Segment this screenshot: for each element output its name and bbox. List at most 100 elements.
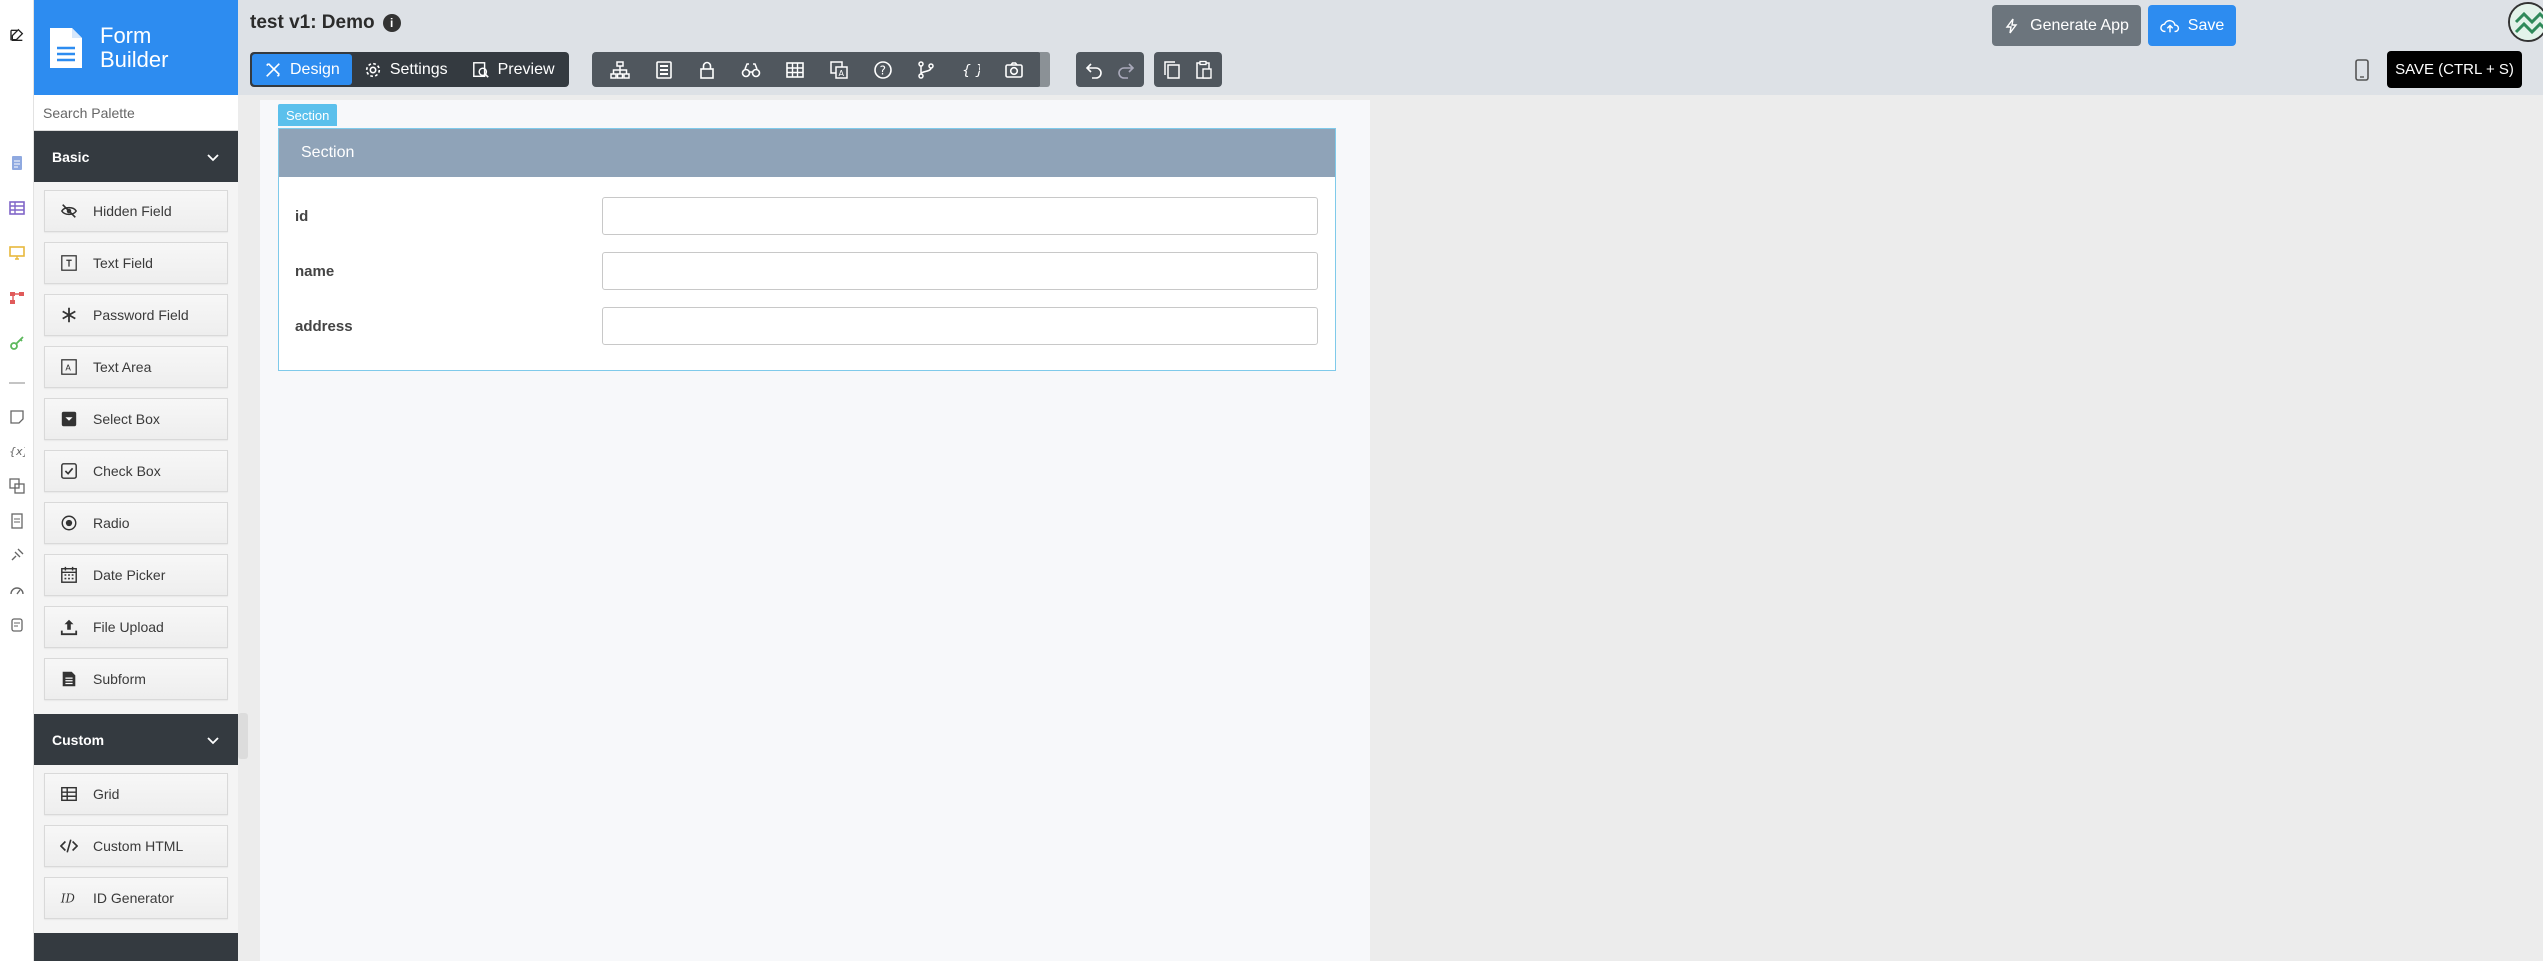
component-palette: Basic Hidden Field Text Field Password F…	[34, 95, 238, 961]
form-row-name: name	[279, 251, 1335, 291]
left-icon-rail: {x}	[0, 0, 34, 961]
section-tag[interactable]: Section	[278, 104, 338, 126]
field-label: id	[295, 207, 309, 225]
palette-item-select-box[interactable]: Select Box	[44, 398, 228, 440]
palette-item-subform[interactable]: Subform	[44, 658, 228, 700]
section-title: Section	[279, 129, 1335, 177]
braces-icon[interactable]: { }	[948, 52, 992, 87]
save-tooltip: SAVE (CTRL + S)	[2387, 51, 2522, 88]
id-icon: ID	[59, 888, 79, 908]
info-icon[interactable]: i	[382, 14, 401, 32]
toolbar-expand-handle[interactable]	[1040, 52, 1050, 87]
gear-icon	[365, 62, 380, 77]
palette-item-check-box[interactable]: Check Box	[44, 450, 228, 492]
form-icon[interactable]	[642, 52, 686, 87]
form-row-id: id	[279, 196, 1335, 236]
group-label: Custom	[52, 731, 105, 748]
svg-text:{ }: { }	[962, 63, 980, 79]
scroll-icon[interactable]	[8, 616, 26, 634]
form-document-icon	[50, 27, 82, 68]
tools-group: A ? { }	[592, 52, 1042, 87]
workflow-icon[interactable]	[8, 289, 26, 307]
palette-item-grid[interactable]: Grid	[44, 773, 228, 815]
palette-group-basic[interactable]: Basic	[34, 131, 238, 182]
brand-header: Form Builder	[34, 0, 238, 95]
svg-text:ID: ID	[60, 892, 76, 906]
table-icon[interactable]	[8, 199, 26, 217]
form-section[interactable]: Section id name address	[278, 128, 1336, 371]
text-area-icon: A	[59, 357, 79, 377]
help-icon[interactable]: ?	[861, 52, 905, 87]
text-field-icon	[59, 253, 79, 273]
palette-group-custom[interactable]: Custom	[34, 714, 238, 765]
palette-item-id-generator[interactable]: ID ID Generator	[44, 877, 228, 919]
preview-icon	[472, 61, 489, 78]
radio-icon	[59, 513, 79, 533]
binoculars-icon[interactable]	[729, 52, 773, 87]
palette-custom-items: Grid Custom HTML ID ID Generator	[34, 765, 238, 933]
translate-icon[interactable]	[8, 477, 26, 495]
plugin-icon[interactable]	[8, 546, 26, 564]
subform-icon	[59, 669, 79, 689]
tab-design[interactable]: Design	[252, 54, 352, 85]
lock-icon[interactable]	[686, 52, 730, 87]
translate-icon[interactable]: A	[817, 52, 861, 87]
document-icon[interactable]	[8, 154, 26, 172]
chevron-down-icon	[207, 153, 219, 161]
palette-item-custom-html[interactable]: Custom HTML	[44, 825, 228, 867]
palette-item-hidden-field[interactable]: Hidden Field	[44, 190, 228, 232]
branch-icon[interactable]	[905, 52, 949, 87]
design-icon	[266, 62, 280, 77]
key-icon[interactable]	[8, 334, 26, 352]
palette-group-collapsed[interactable]	[34, 933, 238, 961]
calendar-icon	[59, 565, 79, 585]
edit-icon[interactable]	[6, 24, 28, 46]
svg-text:A: A	[838, 69, 844, 78]
asterisk-icon	[59, 305, 79, 325]
bolt-icon	[2005, 18, 2018, 33]
palette-item-date-picker[interactable]: Date Picker	[44, 554, 228, 596]
palette-item-radio[interactable]: Radio	[44, 502, 228, 544]
report-icon[interactable]	[8, 512, 26, 530]
mobile-device-icon[interactable]	[2354, 58, 2370, 82]
palette-collapse-handle[interactable]	[238, 713, 248, 759]
tab-preview[interactable]: Preview	[460, 54, 567, 85]
palette-search	[34, 95, 238, 131]
sitemap-icon[interactable]	[598, 52, 642, 87]
variable-icon[interactable]: {x}	[8, 442, 26, 460]
id-field[interactable]	[602, 197, 1318, 235]
history-group	[1076, 52, 1144, 87]
save-button[interactable]: Save	[2148, 5, 2236, 46]
field-label: address	[295, 317, 353, 335]
paste-icon[interactable]	[1188, 52, 1220, 87]
cloud-upload-icon	[2159, 19, 2179, 32]
palette-basic-items: Hidden Field Text Field Password Field A…	[34, 182, 238, 714]
copy-icon[interactable]	[1156, 52, 1188, 87]
svg-text:A: A	[65, 363, 71, 373]
table-icon[interactable]	[773, 52, 817, 87]
tab-settings[interactable]: Settings	[352, 54, 460, 85]
monitor-icon[interactable]	[8, 244, 26, 262]
palette-item-file-upload[interactable]: File Upload	[44, 606, 228, 648]
palette-item-text-field[interactable]: Text Field	[44, 242, 228, 284]
avatar[interactable]	[2508, 2, 2543, 42]
dashboard-icon[interactable]	[8, 581, 26, 599]
undo-icon[interactable]	[1078, 52, 1110, 87]
svg-text:{x}: {x}	[9, 445, 25, 458]
chevron-down-icon	[207, 736, 219, 744]
top-toolbar: test v1: Demo i Design Settings Preview …	[238, 0, 2543, 95]
camera-icon[interactable]	[992, 52, 1036, 87]
mode-switcher: Design Settings Preview	[250, 52, 569, 87]
clipboard-group	[1154, 52, 1222, 87]
palette-item-text-area[interactable]: A Text Area	[44, 346, 228, 388]
palette-search-input[interactable]	[34, 95, 238, 130]
eye-slash-icon	[59, 201, 79, 221]
name-field[interactable]	[602, 252, 1318, 290]
generate-app-button[interactable]: Generate App	[1992, 5, 2141, 46]
redo-icon[interactable]	[1110, 52, 1142, 87]
note-icon[interactable]	[8, 408, 26, 426]
upload-icon	[59, 617, 79, 637]
divider-line	[8, 374, 26, 392]
address-field[interactable]	[602, 307, 1318, 345]
palette-item-password-field[interactable]: Password Field	[44, 294, 228, 336]
